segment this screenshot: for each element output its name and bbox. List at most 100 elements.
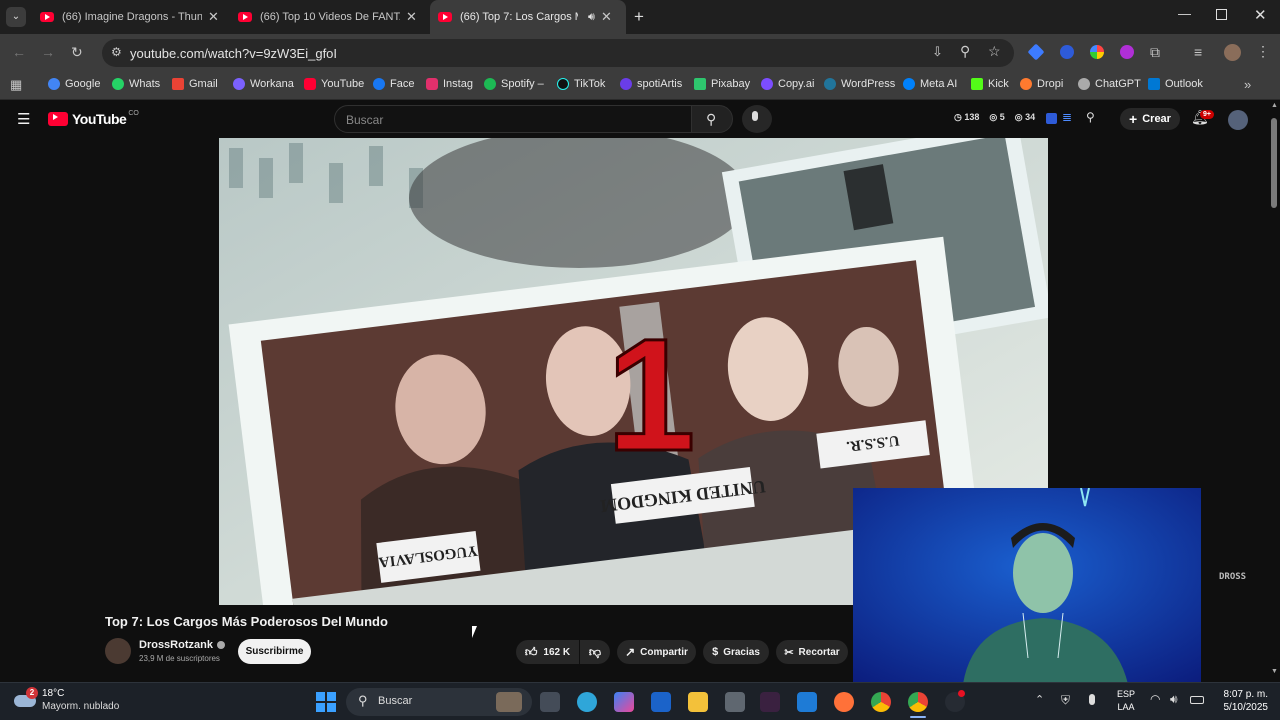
task-view-icon[interactable] — [540, 692, 560, 712]
bookmark-tiktok[interactable]: TikTok — [557, 78, 605, 90]
close-icon[interactable]: ✕ — [208, 9, 219, 25]
new-tab-button[interactable]: + — [634, 7, 644, 27]
firefox-icon[interactable] — [834, 692, 854, 712]
edge-icon[interactable] — [577, 692, 597, 712]
show-hidden-icons-icon[interactable]: ⌃ — [1035, 693, 1044, 706]
extension-blue-icon[interactable] — [1060, 45, 1074, 59]
bookmark-spotify[interactable]: Spotify – — [484, 78, 544, 90]
language-indicator[interactable]: ESP LAA — [1117, 688, 1135, 714]
snipping-tool-icon[interactable] — [797, 692, 817, 712]
close-icon[interactable]: ✕ — [601, 9, 612, 25]
extensions-puzzle-icon[interactable]: ⧉ — [1150, 44, 1160, 61]
bookmark-meta-ai[interactable]: Meta AI — [903, 78, 957, 90]
tab-search-button[interactable]: ⌄ — [6, 7, 26, 27]
search-button[interactable]: ⚲ — [691, 105, 733, 133]
taskbar: 2 18°C Mayorm. nublado ⚲ Buscar ⌃ ⛨ ESP … — [0, 682, 1280, 720]
bookmark-youtube[interactable]: YouTube — [304, 78, 364, 90]
close-icon[interactable]: ✕ — [406, 9, 417, 25]
extension-badge-icon[interactable] — [1046, 113, 1057, 124]
bookmark-whats[interactable]: Whats — [112, 78, 160, 90]
channel-watermark[interactable]: DROSS — [1219, 572, 1246, 582]
minimize-button[interactable]: — — [1178, 6, 1191, 21]
clip-button[interactable]: ✂ Recortar — [776, 640, 848, 664]
chrome-active-icon[interactable] — [908, 692, 928, 712]
like-button[interactable]: 👍︎ 162 K — [516, 640, 579, 664]
tab-strip: ⌄ (66) Imagine Dragons - Thunder ✕ (66) … — [0, 0, 1280, 34]
taskbar-search[interactable]: ⚲ Buscar — [346, 688, 532, 716]
bookmark-copyai[interactable]: Copy.ai — [761, 78, 814, 90]
tab-imagine-dragons[interactable]: (66) Imagine Dragons - Thunder ✕ — [32, 4, 228, 30]
bookmark-wordpress[interactable]: WordPress — [824, 78, 895, 90]
queue-icon[interactable]: ≣ — [1062, 110, 1072, 124]
clock-date: 5/10/2025 — [1223, 702, 1269, 713]
youtube-icon — [304, 78, 316, 90]
microphone-tray-icon[interactable] — [1089, 694, 1095, 705]
channel-avatar[interactable] — [105, 638, 131, 664]
bookmark-gmail[interactable]: Gmail — [172, 78, 218, 90]
share-button[interactable]: ↗ Compartir — [617, 640, 696, 664]
scroll-up-icon[interactable]: ▲ — [1271, 102, 1278, 109]
bookmark-pixabay[interactable]: Pixabay — [694, 78, 750, 90]
reload-icon[interactable]: ↻ — [71, 44, 83, 61]
dislike-button[interactable]: 👎︎ — [580, 640, 610, 664]
bookmark-dropi[interactable]: Dropi — [1020, 78, 1063, 90]
bookmark-kick[interactable]: Kick — [971, 78, 1009, 90]
close-window-button[interactable]: ✕ — [1254, 6, 1267, 24]
hamburger-menu-icon[interactable]: ☰ — [17, 110, 30, 128]
wifi-icon[interactable]: ◠ — [1150, 692, 1160, 706]
youtube-logo[interactable]: YouTube CO — [48, 110, 139, 127]
extension-tag-icon[interactable] — [1027, 43, 1045, 61]
install-app-icon[interactable]: ⇩ — [932, 44, 943, 60]
extension-download-icon[interactable] — [1120, 45, 1134, 59]
profile-avatar[interactable] — [1224, 44, 1241, 61]
volume-icon[interactable]: 🔊︎ — [1170, 692, 1178, 707]
clock[interactable]: 8:07 p. m. 5/10/2025 — [1212, 688, 1269, 714]
copilot-icon[interactable] — [614, 692, 634, 712]
thanks-label: Gracias — [723, 646, 760, 658]
extension-color-icon[interactable] — [1090, 45, 1104, 59]
stats-extension[interactable]: ◷ 138 ◎ 5 ◎ 34 — [954, 112, 1035, 123]
more-bookmarks-icon[interactable]: » — [1244, 77, 1251, 92]
scrollbar-thumb[interactable] — [1271, 118, 1277, 208]
site-info-icon[interactable]: ⚙ — [111, 45, 122, 59]
chrome-icon[interactable] — [871, 692, 891, 712]
tab-cargos-poderosos[interactable]: (66) Top 7: Los Cargos Más 🔊︎ ✕ — [430, 0, 626, 34]
bookmark-outlook[interactable]: Outlook — [1148, 78, 1203, 90]
start-button[interactable] — [316, 692, 336, 712]
app-hexagon-icon[interactable] — [725, 692, 745, 712]
subscribe-button[interactable]: Suscribirme — [238, 639, 311, 664]
spotify-icon — [484, 78, 496, 90]
media-control-icon[interactable]: ≡ — [1194, 44, 1202, 60]
user-avatar[interactable] — [1228, 110, 1248, 130]
bookmark-star-icon[interactable]: ☆ — [988, 43, 1001, 60]
thanks-button[interactable]: $ Gracias — [703, 640, 769, 664]
zoom-icon[interactable]: ⚲ — [960, 43, 970, 60]
apps-grid-icon[interactable]: ▦ — [10, 77, 22, 93]
page-scrollbar[interactable]: ▲ ▼ — [1268, 100, 1280, 682]
battery-icon[interactable] — [1190, 696, 1204, 704]
bookmark-chatgpt[interactable]: ChatGPT — [1078, 78, 1141, 90]
search-input[interactable]: Buscar — [334, 105, 692, 133]
bookmark-label: Kick — [988, 78, 1009, 90]
create-button[interactable]: + Crear — [1120, 108, 1180, 130]
voice-search-button[interactable] — [742, 105, 772, 133]
app-dark-icon[interactable] — [760, 692, 780, 712]
scroll-down-icon[interactable]: ▼ — [1271, 668, 1278, 675]
store-icon[interactable] — [651, 692, 671, 712]
bookmark-spotiartis[interactable]: spotiArtis — [620, 78, 682, 90]
back-icon[interactable]: ← — [12, 44, 26, 60]
channel-name[interactable]: DrossRotzank — [139, 639, 225, 651]
menu-kebab-icon[interactable]: ⋮ — [1256, 43, 1270, 60]
security-icon[interactable]: ⛨ — [1061, 693, 1070, 708]
bookmark-google[interactable]: Google — [48, 78, 100, 90]
forward-icon[interactable]: → — [41, 44, 55, 60]
bookmark-workana[interactable]: Workana — [233, 78, 294, 90]
tab-fantasmas[interactable]: (66) Top 10 Videos De FANTASMAS ✕ — [230, 4, 426, 30]
pin-icon[interactable]: ⚲ — [1086, 110, 1095, 124]
file-explorer-icon[interactable] — [688, 692, 708, 712]
bookmark-instag[interactable]: Instag — [426, 78, 473, 90]
address-bar[interactable]: ⚙ youtube.com/watch?v=9zW3Ei_gfoI ⇩ ⚲ ☆ — [102, 39, 1014, 67]
speaker-icon[interactable]: 🔊︎ — [588, 11, 595, 24]
bookmark-face[interactable]: Face — [373, 78, 414, 90]
maximize-button[interactable] — [1216, 9, 1227, 20]
